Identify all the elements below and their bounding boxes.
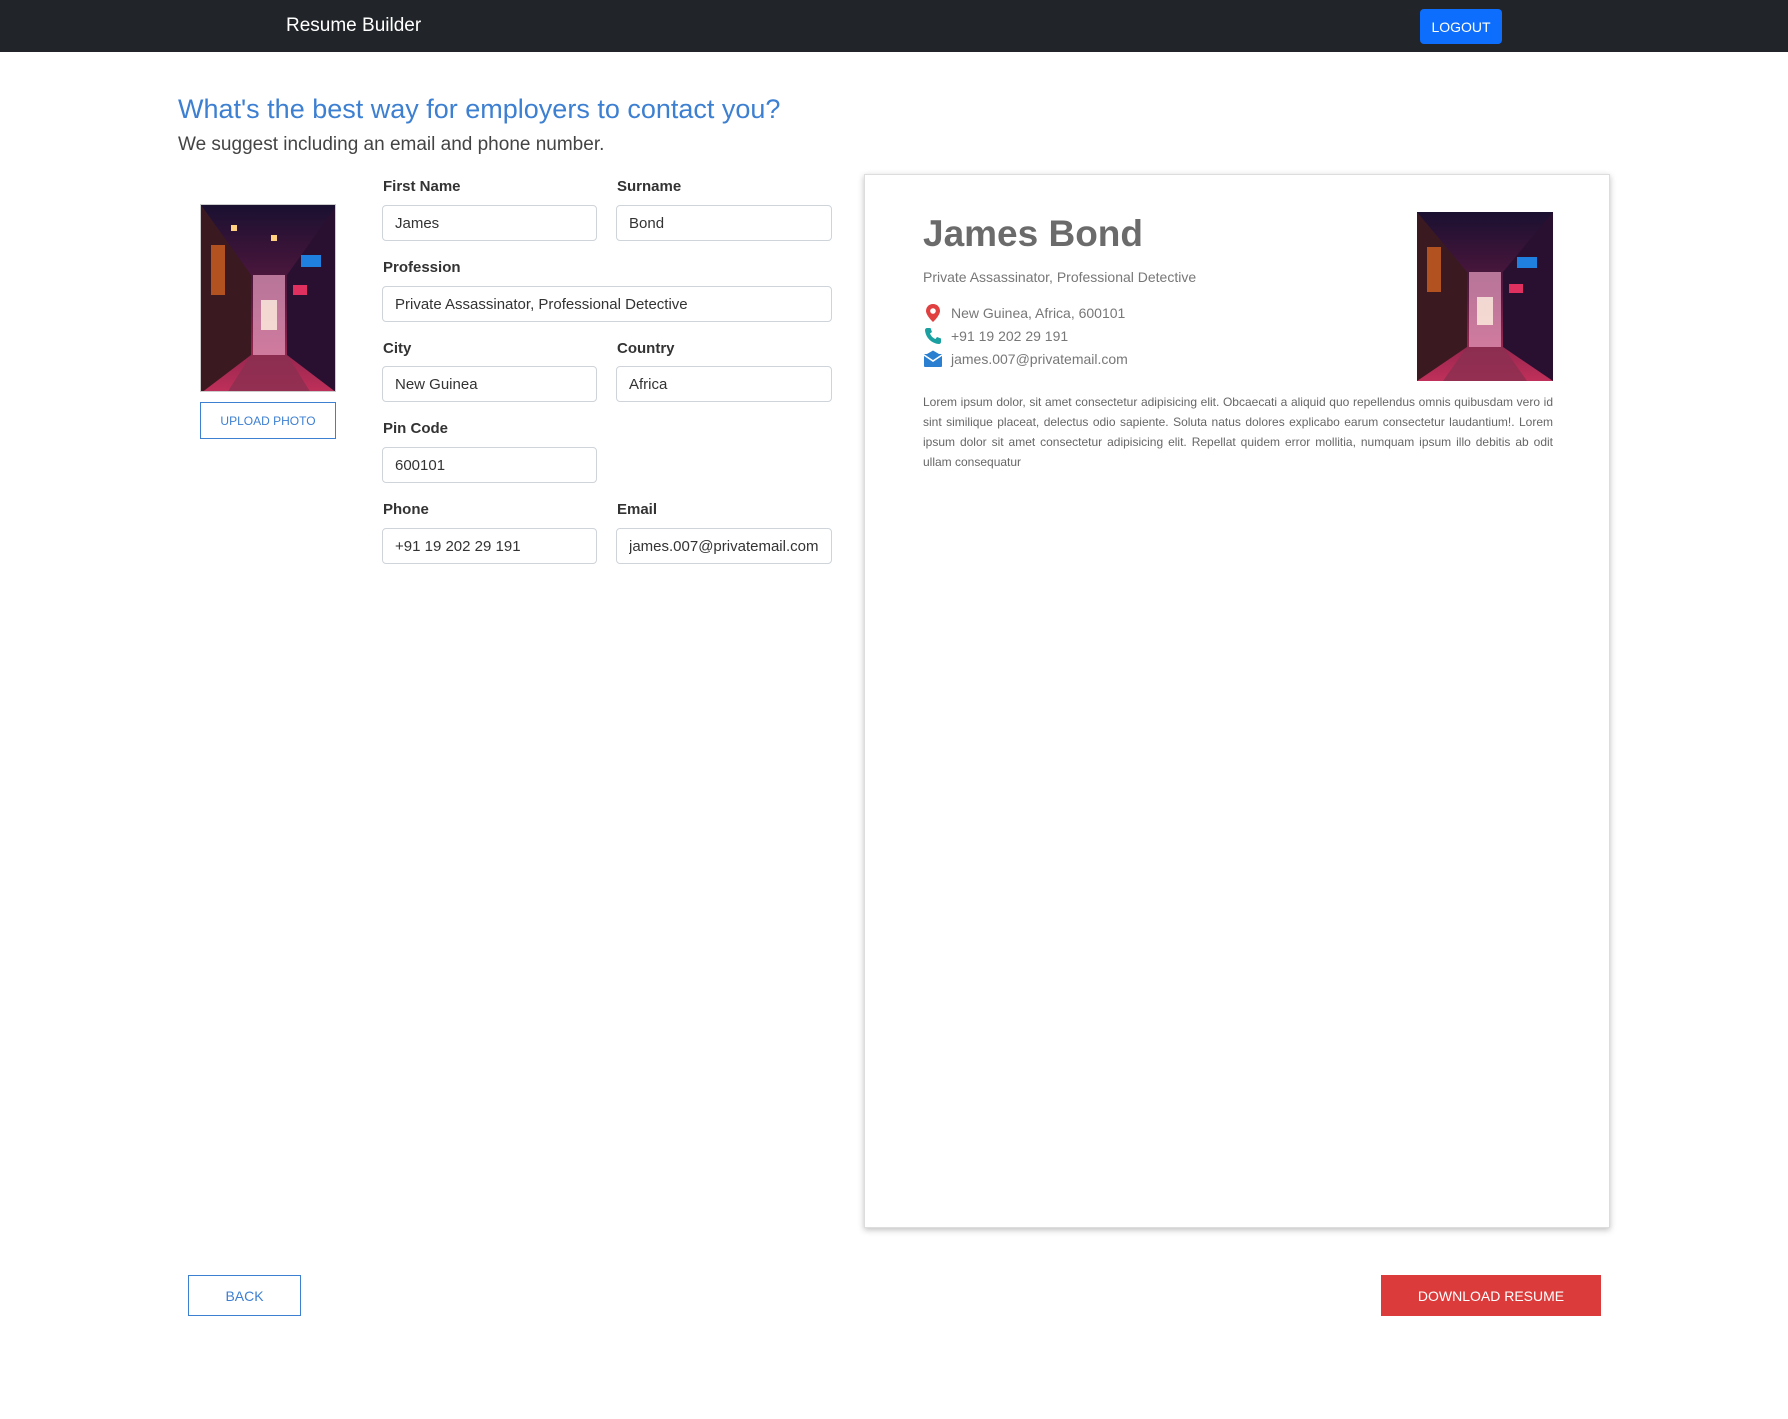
- phone-input[interactable]: [382, 528, 597, 564]
- pincode-label: Pin Code: [383, 420, 449, 437]
- brand-title[interactable]: Resume Builder: [286, 15, 421, 37]
- pincode-input[interactable]: [382, 447, 597, 483]
- email-label: Email: [617, 501, 658, 518]
- preview-address: New Guinea, Africa, 600101: [951, 305, 1126, 321]
- phone-icon: [923, 326, 943, 346]
- preview-phone-line: +91 19 202 29 191: [923, 326, 1068, 346]
- resume-preview: James Bond Private Assassinator, Profess…: [864, 174, 1610, 1228]
- profile-photo: [200, 204, 336, 392]
- preview-photo: [1417, 212, 1553, 381]
- envelope-icon: [923, 349, 943, 369]
- upload-photo-button[interactable]: UPLOAD PHOTO: [200, 402, 336, 439]
- preview-email: james.007@privatemail.com: [951, 351, 1128, 367]
- surname-input[interactable]: [616, 205, 832, 241]
- preview-email-line: james.007@privatemail.com: [923, 349, 1128, 369]
- country-input[interactable]: [616, 366, 832, 402]
- surname-label: Surname: [617, 178, 682, 195]
- logout-button[interactable]: LOGOUT: [1420, 9, 1502, 44]
- city-input[interactable]: [382, 366, 597, 402]
- preview-address-line: New Guinea, Africa, 600101: [923, 303, 1125, 323]
- preview-phone: +91 19 202 29 191: [951, 328, 1069, 344]
- download-resume-button[interactable]: DOWNLOAD RESUME: [1381, 1275, 1601, 1316]
- country-label: Country: [617, 340, 675, 357]
- preview-profession: Private Assassinator, Professional Detec…: [923, 269, 1197, 285]
- phone-label: Phone: [383, 501, 429, 518]
- location-pin-icon: [923, 303, 943, 323]
- top-navbar: Resume Builder LOGOUT: [0, 0, 1788, 52]
- page-title: What's the best way for employers to con…: [178, 94, 781, 124]
- page-subtitle: We suggest including an email and phone …: [178, 134, 605, 155]
- first-name-label: First Name: [383, 178, 461, 195]
- profession-label: Profession: [383, 259, 461, 276]
- preview-name: James Bond: [923, 213, 1144, 254]
- email-input[interactable]: [616, 528, 832, 564]
- back-button[interactable]: BACK: [188, 1275, 301, 1316]
- profession-input[interactable]: [382, 286, 832, 322]
- first-name-input[interactable]: [382, 205, 597, 241]
- city-label: City: [383, 340, 412, 357]
- preview-summary: Lorem ipsum dolor, sit amet consectetur …: [923, 395, 1553, 469]
